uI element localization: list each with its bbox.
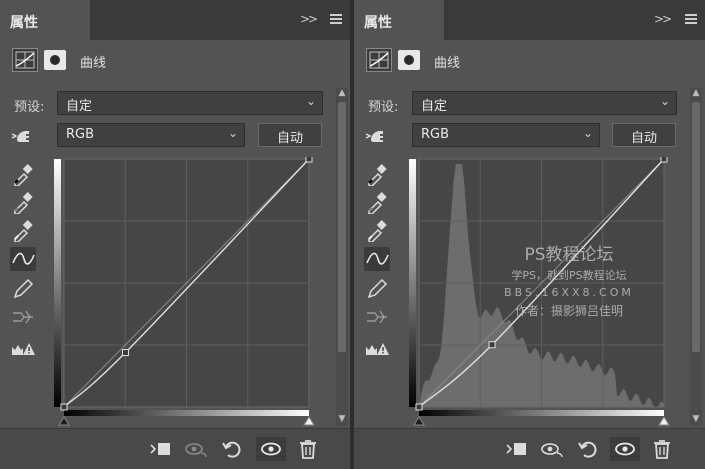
properties-panel-left: 属性 >> 曲线 预设: 自定 ⌄ RGB ⌄ 自动 ▲ ▼	[0, 0, 350, 469]
black-point-eyedropper-icon[interactable]	[10, 162, 36, 187]
panel-titlebar: 属性 >>	[354, 0, 705, 40]
preset-dropdown[interactable]: 自定 ⌄	[57, 91, 323, 115]
hamburger-menu-icon[interactable]	[685, 14, 697, 24]
layer-mask-icon[interactable]	[398, 50, 420, 70]
channel-value: RGB	[66, 127, 95, 142]
layer-mask-icon[interactable]	[44, 50, 66, 70]
double-chevron-right-icon[interactable]: >>	[300, 12, 318, 26]
properties-panel-right: 属性 >> 曲线 预设: 自定 ⌄ RGB ⌄ 自动 PS教程论坛 学PS，就到…	[354, 0, 705, 469]
adjustment-name: 曲线	[80, 56, 107, 71]
watermark-author: 作者：摄影狮吕佳明	[514, 304, 623, 318]
preset-value: 自定	[421, 99, 448, 114]
curve-control-point	[305, 157, 313, 163]
white-point-slider	[303, 416, 315, 426]
preset-label: 预设:	[14, 100, 45, 115]
scrollbar[interactable]: ▲ ▼	[336, 88, 348, 426]
pencil-draw-curve-icon[interactable]	[10, 277, 36, 301]
view-previous-state-icon[interactable]	[540, 437, 564, 461]
black-point-slider	[413, 416, 425, 426]
preset-value: 自定	[66, 99, 93, 114]
gray-point-eyedropper-icon[interactable]	[364, 190, 390, 215]
adjustment-name: 曲线	[434, 56, 461, 71]
pencil-draw-curve-icon[interactable]	[364, 277, 390, 301]
curves-adjustment-icon[interactable]	[366, 48, 392, 72]
smooth-curve-icon[interactable]	[10, 305, 36, 329]
black-point-eyedropper-icon[interactable]	[364, 162, 390, 187]
input-gradient-bar	[419, 410, 664, 416]
auto-button[interactable]: 自动	[258, 123, 322, 147]
preset-label: 预设:	[368, 100, 399, 115]
scroll-down-icon[interactable]: ▼	[336, 414, 348, 426]
clip-to-layer-icon[interactable]	[504, 437, 528, 461]
tab-label: 属性	[10, 15, 38, 31]
eye-icon[interactable]	[256, 437, 286, 461]
scroll-thumb[interactable]	[692, 102, 700, 352]
channel-value: RGB	[421, 127, 450, 142]
tab-properties[interactable]: 属性	[354, 0, 444, 40]
trash-icon[interactable]	[296, 437, 320, 461]
scroll-thumb[interactable]	[338, 102, 346, 352]
chevron-down-icon: ⌄	[659, 94, 670, 108]
scroll-up-icon[interactable]: ▲	[336, 88, 348, 100]
black-point-slider	[58, 416, 70, 426]
double-chevron-right-icon[interactable]: >>	[654, 12, 672, 26]
input-gradient-bar	[64, 410, 309, 416]
auto-button[interactable]: 自动	[612, 123, 676, 147]
curve-control-point	[415, 403, 423, 411]
curve-control-point	[660, 157, 668, 163]
white-point-eyedropper-icon[interactable]	[364, 218, 390, 243]
watermark-url: BBS.16XX8.COM	[504, 286, 634, 299]
trash-icon[interactable]	[650, 437, 674, 461]
scrollbar[interactable]: ▲ ▼	[690, 88, 702, 426]
tab-properties[interactable]: 属性	[0, 0, 90, 40]
output-gradient-bar	[409, 159, 416, 407]
panel-bottom-toolbar	[0, 428, 350, 469]
panel-bottom-toolbar	[354, 428, 705, 469]
edit-curve-points-icon[interactable]	[364, 247, 390, 271]
clipping-warning-icon[interactable]	[364, 337, 390, 361]
preset-dropdown[interactable]: 自定 ⌄	[412, 91, 677, 115]
panel-titlebar: 属性 >>	[0, 0, 350, 40]
hamburger-menu-icon[interactable]	[330, 14, 342, 24]
on-image-adjust-hand-icon[interactable]	[364, 124, 390, 148]
curve-control-point	[121, 349, 129, 357]
reset-icon[interactable]	[220, 437, 244, 461]
scroll-up-icon[interactable]: ▲	[690, 88, 702, 100]
white-point-eyedropper-icon[interactable]	[10, 218, 36, 243]
watermark: PS教程论坛 学PS，就到PS教程论坛 BBS.16XX8.COM 作者：摄影狮…	[484, 240, 654, 319]
watermark-title: PS教程论坛	[524, 245, 614, 265]
white-point-slider	[658, 416, 670, 426]
tab-label: 属性	[364, 15, 392, 31]
curves-graph[interactable]	[54, 157, 316, 427]
reset-icon[interactable]	[576, 437, 600, 461]
curve-control-point	[60, 403, 68, 411]
edit-curve-points-icon[interactable]	[10, 247, 36, 271]
gray-point-eyedropper-icon[interactable]	[10, 190, 36, 215]
channel-dropdown[interactable]: RGB ⌄	[57, 123, 245, 147]
curve-control-point	[488, 341, 496, 349]
watermark-slogan: 学PS，就到PS教程论坛	[511, 269, 627, 282]
on-image-adjust-hand-icon[interactable]	[10, 124, 36, 148]
chevron-down-icon: ⌄	[305, 94, 316, 108]
clip-to-layer-icon[interactable]	[148, 437, 172, 461]
eye-icon[interactable]	[610, 437, 640, 461]
view-previous-state-icon[interactable]	[184, 437, 208, 461]
scroll-down-icon[interactable]: ▼	[690, 414, 702, 426]
channel-dropdown[interactable]: RGB ⌄	[412, 123, 600, 147]
chevron-down-icon: ⌄	[582, 126, 593, 140]
chevron-down-icon: ⌄	[227, 126, 238, 140]
curves-adjustment-icon[interactable]	[12, 48, 38, 72]
smooth-curve-icon[interactable]	[364, 305, 390, 329]
clipping-warning-icon[interactable]	[10, 337, 36, 361]
output-gradient-bar	[54, 159, 61, 407]
